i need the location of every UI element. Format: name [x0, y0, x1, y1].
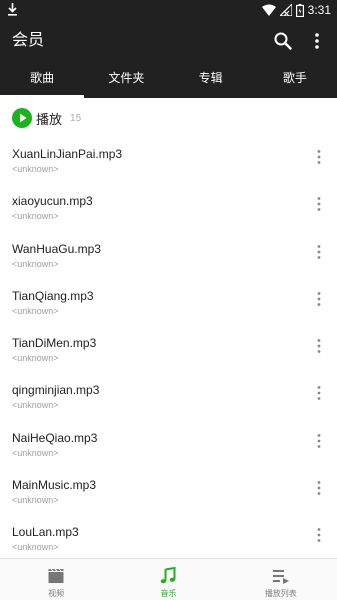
more-vert-icon[interactable] [311, 433, 327, 449]
nav-item-music[interactable]: 音乐 [112, 559, 224, 600]
play-all-label[interactable]: 播放 [36, 109, 62, 128]
more-vert-icon[interactable] [311, 480, 327, 496]
more-vert-icon[interactable] [307, 31, 327, 51]
song-item[interactable]: xiaoyucun.mp3 <unknown> [0, 187, 337, 234]
song-title: TianDiMen.mp3 [12, 336, 97, 351]
song-artist: <unknown> [12, 447, 59, 458]
more-vert-icon[interactable] [311, 291, 327, 307]
music-note-icon [161, 567, 176, 584]
more-vert-icon[interactable] [311, 196, 327, 212]
tab-albums[interactable]: 专辑 [169, 62, 253, 98]
song-list: XuanLinJianPai.mp3 <unknown> xiaoyucun.m… [0, 140, 337, 566]
song-artist: <unknown> [12, 495, 59, 506]
status-bar: 3:31 [0, 0, 337, 20]
more-vert-icon[interactable] [311, 338, 327, 354]
search-icon[interactable] [273, 31, 293, 51]
nav-label-music: 音乐 [160, 589, 177, 598]
signal-icon [279, 4, 292, 16]
nav-item-playlist[interactable]: 播放列表 [225, 559, 337, 600]
battery-icon [295, 3, 304, 17]
song-item[interactable]: NaiHeQiao.mp3 <unknown> [0, 424, 337, 471]
bottom-nav: 视频 音乐 播放列表 [0, 558, 337, 600]
song-artist: <unknown> [12, 400, 59, 411]
song-item[interactable]: WanHuaGu.mp3 <unknown> [0, 235, 337, 282]
song-item[interactable]: XuanLinJianPai.mp3 <unknown> [0, 140, 337, 187]
song-title: LouLan.mp3 [12, 525, 79, 540]
app-bar: 会员 [0, 20, 337, 62]
song-artist: <unknown> [12, 305, 59, 316]
song-title: TianQiang.mp3 [12, 288, 94, 303]
song-title: MainMusic.mp3 [12, 478, 97, 493]
song-artist: <unknown> [12, 258, 59, 269]
tab-songs[interactable]: 歌曲 [0, 62, 85, 98]
song-item[interactable]: qingminjian.mp3 <unknown> [0, 376, 337, 423]
song-title: xiaoyucun.mp3 [12, 194, 93, 209]
nav-label-video: 视频 [48, 589, 65, 598]
wifi-icon [261, 4, 276, 16]
song-count: 15 [70, 112, 82, 124]
page-title: 会员 [12, 30, 45, 49]
song-item[interactable]: TianDiMen.mp3 <unknown> [0, 329, 337, 376]
song-artist: <unknown> [12, 164, 59, 174]
more-vert-icon[interactable] [311, 527, 327, 543]
nav-label-playlist: 播放列表 [264, 589, 297, 598]
song-item[interactable]: MainMusic.mp3 <unknown> [0, 471, 337, 518]
tab-folders[interactable]: 文件夹 [84, 62, 168, 98]
play-icon[interactable] [12, 108, 32, 128]
playlist-icon [272, 570, 289, 584]
song-artist: <unknown> [12, 542, 59, 553]
tab-bar: 歌曲 文件夹 专辑 歌手 [0, 62, 337, 98]
video-icon [48, 568, 64, 583]
more-vert-icon[interactable] [311, 244, 327, 260]
song-artist: <unknown> [12, 211, 59, 222]
download-icon [8, 3, 17, 16]
song-title: XuanLinJianPai.mp3 [12, 147, 123, 161]
tab-artists[interactable]: 歌手 [253, 62, 337, 98]
song-title: NaiHeQiao.mp3 [12, 430, 98, 445]
song-artist: <unknown> [12, 353, 59, 364]
song-item[interactable]: TianQiang.mp3 <unknown> [0, 282, 337, 329]
more-vert-icon[interactable] [311, 149, 327, 165]
more-vert-icon[interactable] [311, 385, 327, 401]
song-title: qingminjian.mp3 [12, 383, 100, 398]
nav-item-video[interactable]: 视频 [0, 559, 112, 600]
play-all-row[interactable]: 播放 15 [0, 104, 337, 132]
status-time: 3:31 [307, 3, 331, 17]
song-title: WanHuaGu.mp3 [12, 241, 101, 256]
